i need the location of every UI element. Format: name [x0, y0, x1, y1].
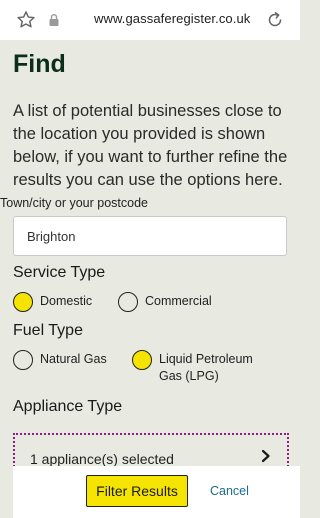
location-input[interactable] — [13, 216, 287, 256]
chevron-right-icon[interactable] — [260, 449, 272, 463]
service-type-heading: Service Type — [13, 264, 106, 281]
radio-commercial[interactable]: Commercial — [118, 292, 212, 312]
intro-text: A list of potential businesses close to … — [13, 102, 288, 189]
radio-domestic-label: Domestic — [40, 294, 93, 308]
radio-natural-gas-label: Natural Gas — [40, 352, 107, 366]
radio-natural-gas-indicator[interactable] — [13, 350, 33, 370]
radio-domestic[interactable]: Domestic — [13, 292, 92, 312]
radio-commercial-label: Commercial — [145, 294, 212, 308]
radio-domestic-indicator[interactable] — [13, 292, 33, 312]
filter-results-button[interactable]: Filter Results — [86, 475, 188, 507]
radio-lpg-label: Liquid Petroleum Gas (LPG) — [159, 352, 253, 383]
radio-commercial-indicator[interactable] — [118, 292, 138, 312]
reload-icon[interactable] — [264, 9, 286, 31]
appliance-type-heading: Appliance Type — [13, 398, 123, 415]
cancel-link[interactable]: Cancel — [210, 484, 249, 498]
browser-address-bar: www.gassaferegister.co.uk — [0, 0, 300, 40]
fuel-type-heading: Fuel Type — [13, 322, 83, 339]
location-label: Town/city or your postcode — [0, 196, 148, 210]
radio-lpg[interactable]: Liquid Petroleum Gas (LPG) — [132, 350, 272, 385]
url-text[interactable]: www.gassaferegister.co.uk — [94, 11, 250, 26]
star-icon[interactable] — [15, 9, 37, 31]
radio-lpg-indicator[interactable] — [132, 350, 152, 370]
radio-natural-gas[interactable]: Natural Gas — [13, 350, 107, 370]
appliance-summary[interactable]: 1 appliance(s) selected — [30, 451, 174, 467]
lock-icon — [49, 14, 59, 26]
page-title: Find — [13, 50, 66, 78]
